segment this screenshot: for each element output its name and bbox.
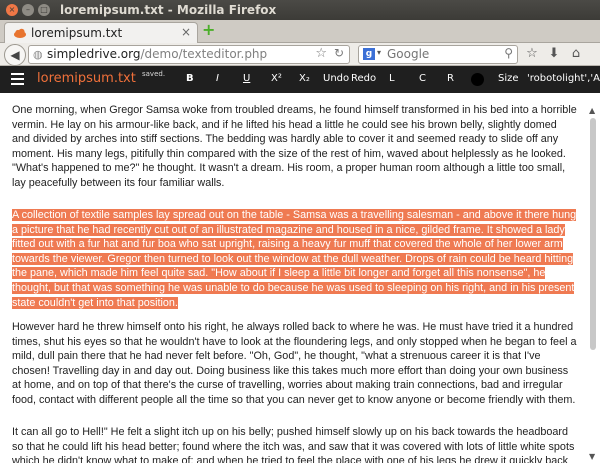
paragraph[interactable]: One morning, when Gregor Samsa woke from…	[12, 103, 577, 191]
italic-button[interactable]: I	[216, 73, 219, 84]
search-engine-icon[interactable]: g	[363, 48, 375, 60]
font-selector[interactable]: 'robotolight','Arial'	[527, 73, 600, 84]
tab-close-icon[interactable]: ×	[181, 25, 191, 39]
url-text: simpledrive.org/demo/texteditor.php	[47, 47, 268, 61]
home-icon[interactable]: ⌂	[568, 46, 584, 62]
download-icon[interactable]: ⬇	[546, 46, 562, 62]
globe-icon: ◍	[33, 48, 43, 61]
save-status: saved.	[142, 70, 166, 78]
paragraph[interactable]: It can all go to Hell!" He felt a slight…	[12, 425, 577, 463]
window-maximize-button[interactable]: □	[38, 4, 50, 16]
url-bar[interactable]: ◍ simpledrive.org/demo/texteditor.php ☆ …	[28, 45, 350, 64]
document-area[interactable]: One morning, when Gregor Samsa woke from…	[0, 93, 600, 463]
bookmark-star-icon[interactable]: ☆	[315, 46, 327, 61]
hamburger-menu-icon[interactable]	[11, 73, 24, 85]
bookmarks-star-icon[interactable]: ☆	[524, 46, 540, 62]
file-name[interactable]: loremipsum.txt	[37, 71, 136, 86]
scroll-down-arrow-icon[interactable]: ▼	[589, 452, 595, 461]
window-minimize-button[interactable]: –	[22, 4, 34, 16]
paragraph-selected[interactable]: A collection of textile samples lay spre…	[12, 208, 577, 310]
chevron-down-icon[interactable]: ▾	[377, 48, 381, 57]
align-right-button[interactable]: R	[447, 73, 454, 84]
subscript-button[interactable]: X₂	[299, 73, 310, 84]
align-left-button[interactable]: L	[389, 73, 395, 84]
editor-toolbar: loremipsum.txt saved. B I U X² X₂ Undo R…	[0, 66, 600, 93]
scrollbar-thumb[interactable]	[590, 118, 596, 350]
tab-strip: loremipsum.txt × +	[0, 20, 600, 43]
window-close-button[interactable]: ×	[6, 4, 18, 16]
size-button[interactable]: Size	[498, 73, 519, 84]
window-title: loremipsum.txt - Mozilla Firefox	[60, 3, 277, 17]
tab-title: loremipsum.txt	[31, 26, 123, 40]
superscript-button[interactable]: X²	[271, 73, 282, 84]
selected-text[interactable]: A collection of textile samples lay spre…	[12, 209, 577, 309]
bold-button[interactable]: B	[186, 73, 194, 84]
search-input[interactable]	[387, 47, 497, 61]
color-picker-button[interactable]	[471, 73, 484, 86]
search-icon[interactable]: ⚲	[504, 46, 513, 60]
redo-button[interactable]: Redo	[351, 73, 376, 84]
vertical-scrollbar[interactable]: ▲ ▼	[586, 106, 600, 463]
undo-button[interactable]: Undo	[323, 73, 349, 84]
browser-tab[interactable]: loremipsum.txt ×	[4, 22, 198, 43]
underline-button[interactable]: U	[243, 73, 250, 84]
navigation-bar: ◀ ◍ simpledrive.org/demo/texteditor.php …	[0, 43, 600, 66]
align-center-button[interactable]: C	[419, 73, 426, 84]
window-titlebar: × – □ loremipsum.txt - Mozilla Firefox	[0, 0, 600, 20]
new-tab-button[interactable]: +	[202, 22, 218, 38]
reload-icon[interactable]: ↻	[334, 46, 344, 60]
back-button[interactable]: ◀	[4, 44, 26, 66]
cloud-favicon-icon	[14, 28, 26, 38]
back-arrow-icon: ◀	[10, 48, 20, 62]
paragraph[interactable]: However hard he threw himself onto his r…	[12, 320, 577, 408]
scroll-up-arrow-icon[interactable]: ▲	[589, 106, 595, 115]
search-bar[interactable]: g ▾ ⚲	[358, 45, 518, 64]
